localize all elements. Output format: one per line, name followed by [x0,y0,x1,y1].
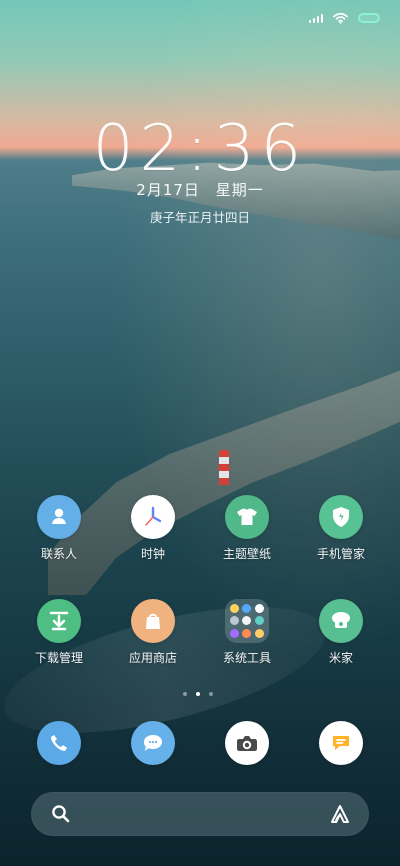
app-store[interactable]: 应用商店 [106,599,200,666]
mi-home-icon [319,599,363,643]
signal-icon [309,13,323,23]
app-label: 手机管家 [316,547,365,561]
notes-icon [319,721,363,765]
lunar-date: 庚子年正月廿四日 [149,210,250,225]
battery-icon [358,13,380,23]
clock-icon [131,495,175,539]
dock-messages[interactable] [131,721,175,765]
lockscreen-date: 2月17日 星期一 [0,179,400,200]
app-download[interactable]: 下载管理 [12,599,106,666]
search-bar[interactable] [31,792,369,836]
security-icon [319,495,363,539]
app-label: 米家 [328,651,353,665]
page-dot [183,692,187,696]
folder-icon [225,599,269,643]
app-label: 下载管理 [34,651,83,665]
date-text: 2月17日 [136,181,200,199]
app-label: 时钟 [140,547,165,561]
download-icon [37,599,81,643]
dock-notes[interactable] [319,721,363,765]
app-label: 联系人 [40,547,77,561]
page-indicator [183,692,213,696]
dock-camera[interactable] [225,721,269,765]
app-security[interactable]: 手机管家 [294,495,388,562]
lockscreen-time: 02:36 [92,112,308,186]
app-contacts[interactable]: 联系人 [12,495,106,562]
page-dot [209,692,213,696]
app-label: 应用商店 [128,651,177,665]
app-system-tools-folder[interactable]: 系统工具 [200,599,294,666]
app-label: 系统工具 [222,651,271,665]
messages-icon [131,721,175,765]
camera-icon [225,721,269,765]
app-mi-home[interactable]: 米家 [294,599,388,666]
search-icon[interactable] [51,804,71,824]
assistant-icon[interactable] [329,804,351,824]
app-theme[interactable]: 主题壁纸 [200,495,294,562]
weekday-text: 星期一 [215,181,264,199]
lighthouse [219,450,229,485]
app-label: 主题壁纸 [222,547,271,561]
store-icon [131,599,175,643]
phone-icon [37,721,81,765]
dock-phone[interactable] [37,721,81,765]
page-dot-active [196,692,200,696]
theme-icon [225,495,269,539]
contacts-icon [37,495,81,539]
status-bar [309,8,380,28]
wifi-icon [333,12,348,24]
app-clock[interactable]: 时钟 [106,495,200,562]
